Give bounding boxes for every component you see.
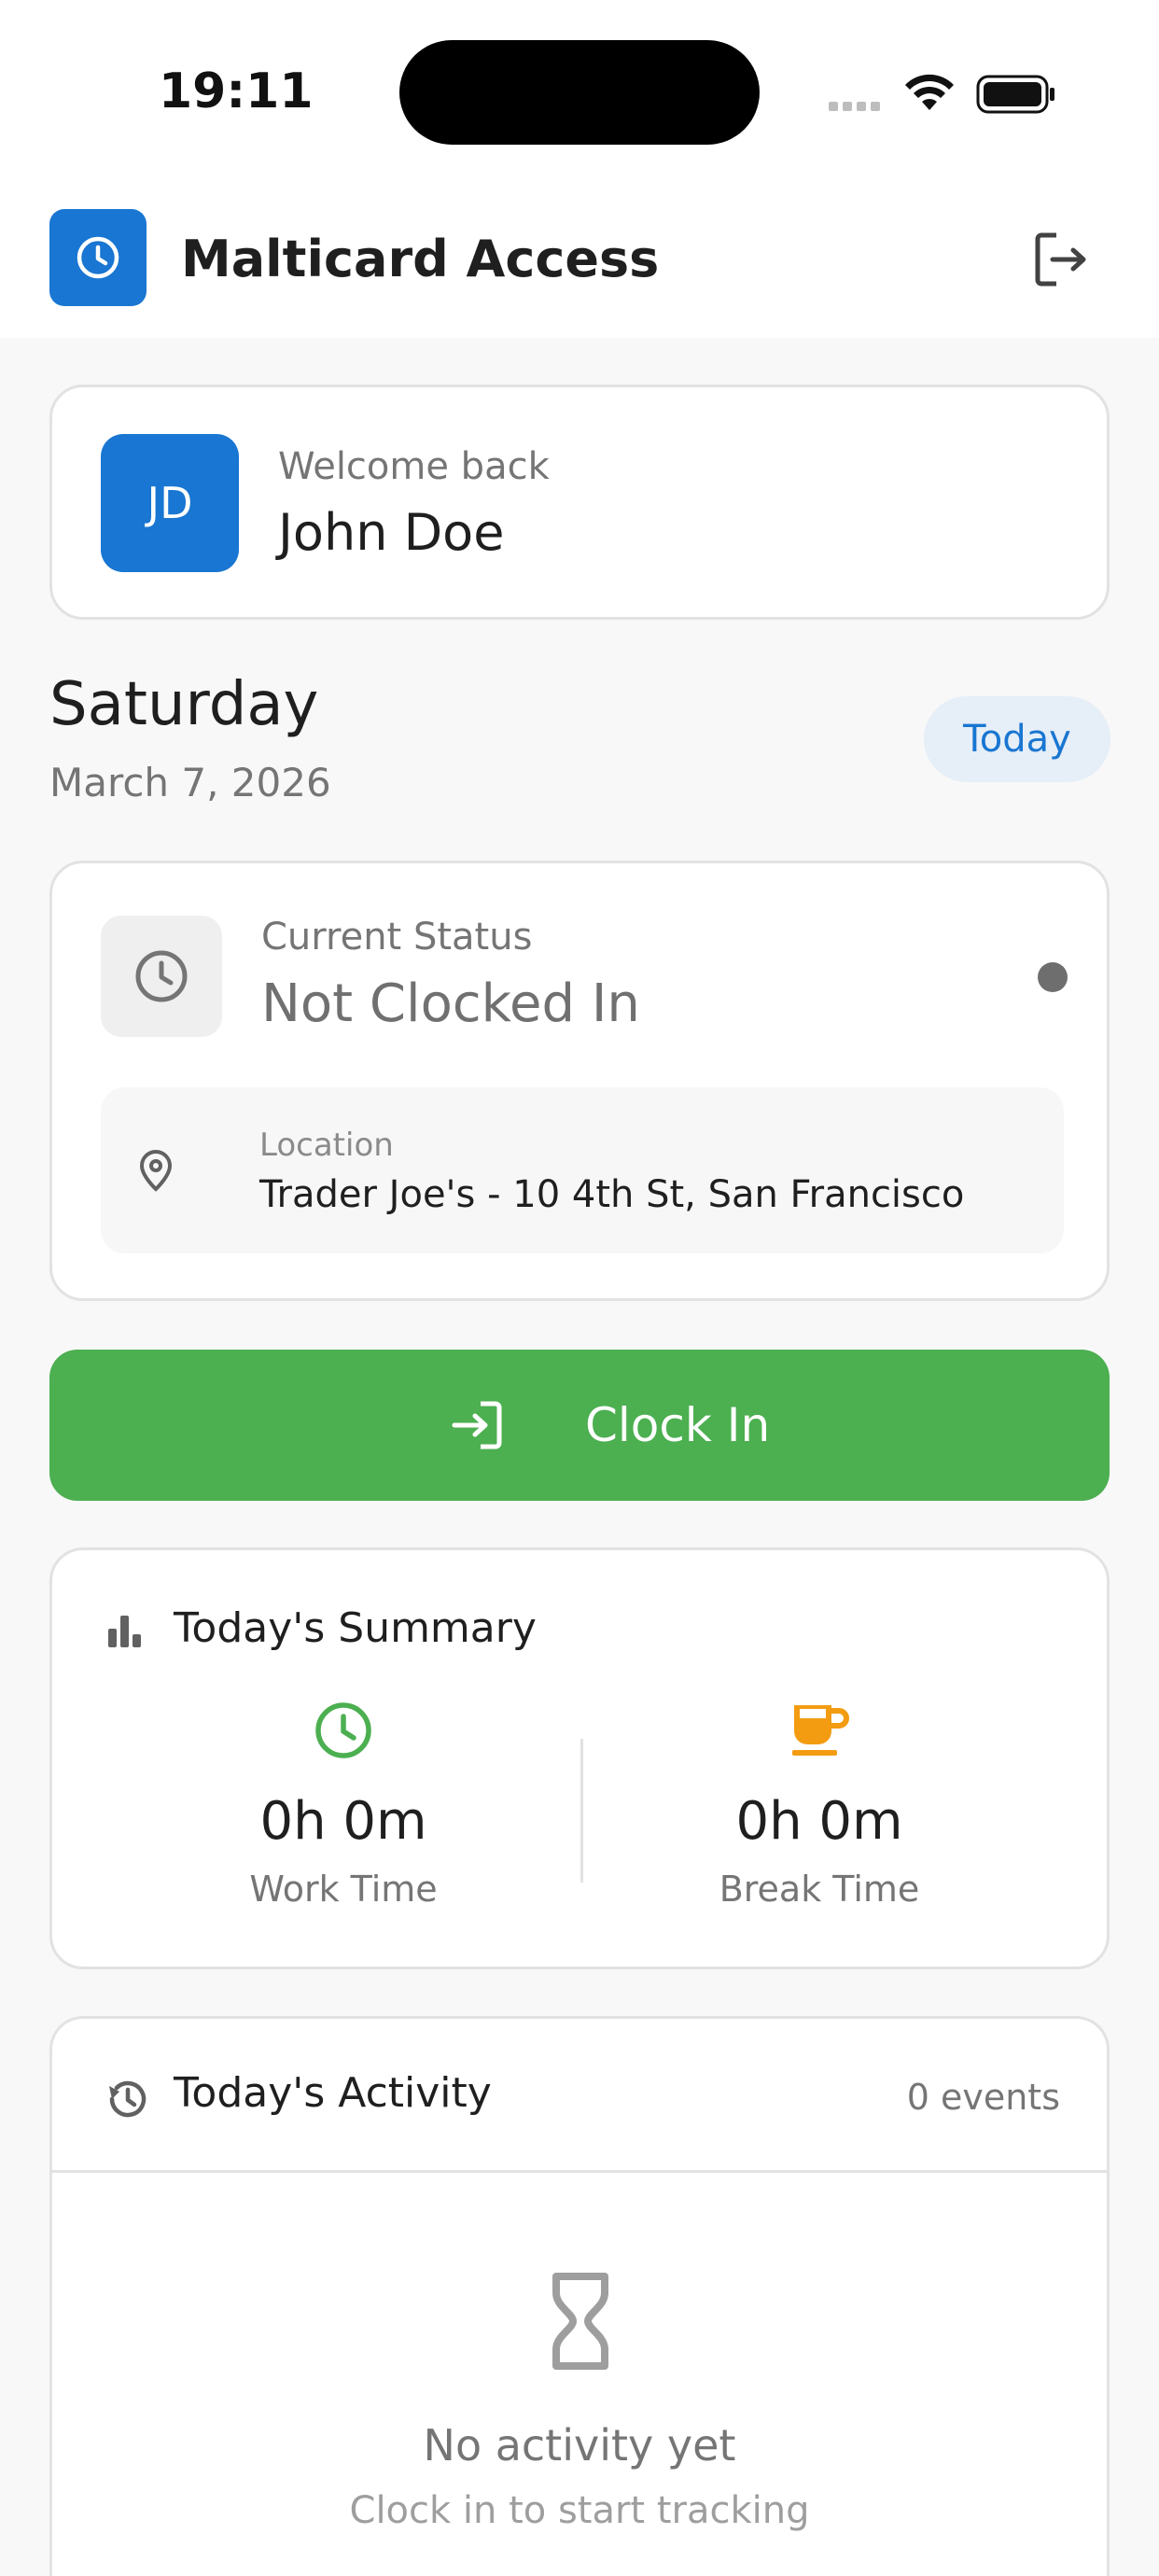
empty-activity-title: No activity yet <box>423 2420 736 2471</box>
events-count: 0 events <box>906 2077 1060 2118</box>
logout-icon <box>1035 232 1086 287</box>
logout-button[interactable] <box>1032 230 1092 293</box>
status-value: Not Clocked In <box>261 973 640 1034</box>
work-time-label: Work Time <box>249 1869 438 1910</box>
location-box: Location Trader Joe's - 10 4th St, San F… <box>101 1087 1064 1253</box>
bar-chart-icon <box>108 1616 141 1647</box>
break-time-value: 0h 0m <box>735 1791 903 1852</box>
battery-icon <box>976 75 1056 118</box>
day-of-week: Saturday <box>49 670 319 739</box>
clock-in-button[interactable]: Clock In <box>49 1350 1110 1501</box>
app-logo <box>49 209 147 306</box>
summary-card: Today's Summary 0h 0m Work Time 0h 0m Br… <box>49 1547 1110 1969</box>
app-header: Malticard Access <box>0 205 1159 314</box>
location-pin-icon <box>139 1149 173 1192</box>
status-bar: 19:11 <box>0 0 1159 177</box>
summary-title: Today's Summary <box>174 1604 537 1652</box>
activity-card: Today's Activity 0 events No activity ye… <box>49 2016 1110 2576</box>
clock-in-label: Clock In <box>585 1398 771 1452</box>
activity-title: Today's Activity <box>174 2069 492 2117</box>
avatar: JD <box>101 434 239 572</box>
history-icon <box>109 2080 147 2118</box>
status-label: Current Status <box>261 916 533 959</box>
location-label: Location <box>259 1127 394 1164</box>
status-indicator <box>1038 962 1068 992</box>
break-time-metric: 0h 0m Break Time <box>577 1700 1062 1910</box>
work-time-metric: 0h 0m Work Time <box>101 1700 586 1910</box>
empty-activity-subtitle: Clock in to start tracking <box>349 2489 810 2532</box>
today-badge[interactable]: Today <box>924 696 1110 782</box>
top-bar: 19:11 Malticard Access <box>0 0 1159 338</box>
clock-icon <box>135 950 188 1002</box>
signal-icon <box>829 97 885 115</box>
welcome-greeting: Welcome back <box>278 445 550 488</box>
clock-icon <box>315 1702 371 1758</box>
hourglass-icon <box>552 2273 608 2370</box>
login-icon <box>452 1401 502 1449</box>
status-time: 19:11 <box>159 63 314 119</box>
app-title: Malticard Access <box>181 230 660 288</box>
current-date: March 7, 2026 <box>49 760 331 805</box>
status-card: Current Status Not Clocked In Location T… <box>49 861 1110 1301</box>
activity-divider <box>52 2170 1107 2173</box>
welcome-card: JD Welcome back John Doe <box>49 385 1110 620</box>
location-value: Trader Joe's - 10 4th St, San Francisco <box>259 1173 965 1216</box>
break-time-label: Break Time <box>719 1869 920 1910</box>
work-time-value: 0h 0m <box>259 1791 427 1852</box>
status-icon-box <box>101 916 222 1037</box>
coffee-cup-icon <box>792 1705 849 1756</box>
dynamic-island <box>399 40 760 145</box>
wifi-icon <box>903 73 956 116</box>
user-name: John Doe <box>278 503 505 562</box>
clock-icon <box>77 236 119 279</box>
